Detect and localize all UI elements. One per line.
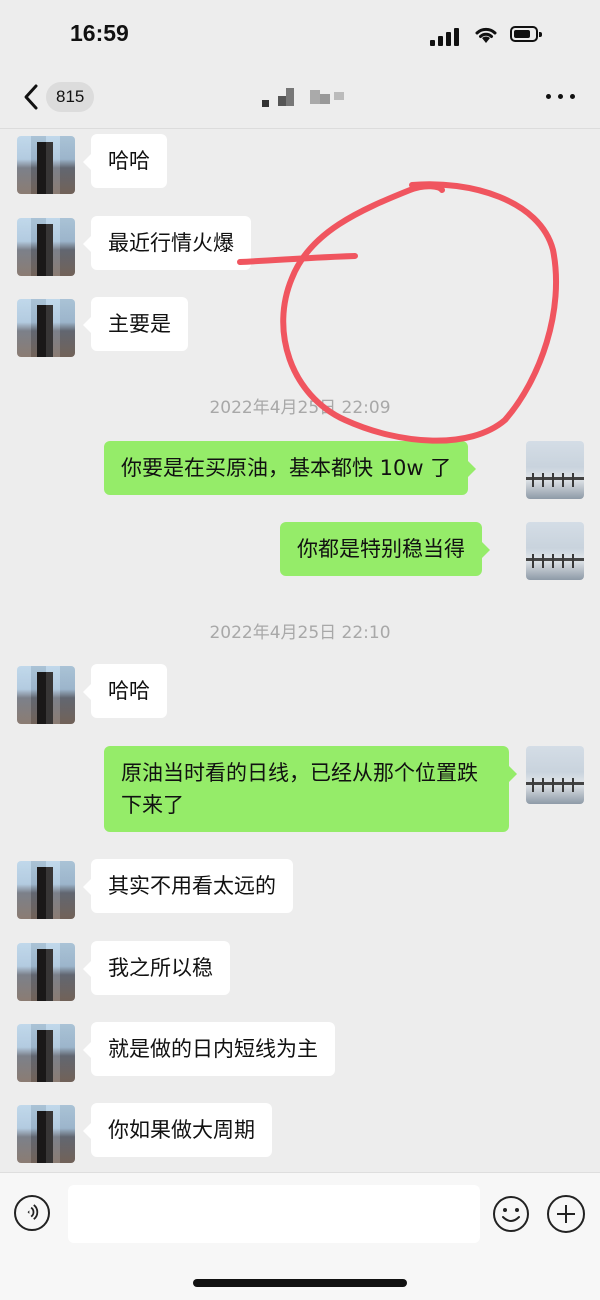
contact-avatar[interactable]	[17, 218, 75, 276]
home-indicator[interactable]	[193, 1279, 407, 1287]
status-time: 16:59	[70, 20, 129, 46]
contact-avatar[interactable]	[17, 1024, 75, 1082]
chat-header: 815	[0, 70, 600, 129]
cellular-signal-icon	[430, 26, 464, 46]
voice-icon[interactable]	[14, 1195, 50, 1231]
message-bubble-sent[interactable]: 原油当时看的日线，已经从那个位置跌下来了	[104, 746, 517, 832]
my-avatar[interactable]	[526, 522, 584, 580]
message-bubble-received[interactable]: 主要是	[83, 297, 188, 351]
status-bar: 16:59	[0, 0, 600, 70]
unread-count-badge[interactable]: 815	[46, 82, 95, 112]
contact-avatar[interactable]	[17, 861, 75, 919]
message-bubble-received[interactable]: 哈哈	[83, 134, 167, 188]
plus-icon[interactable]	[547, 1195, 585, 1233]
contact-avatar[interactable]	[17, 1105, 75, 1163]
red-circle-annotation	[237, 181, 559, 444]
emoji-icon[interactable]	[492, 1195, 530, 1233]
contact-avatar[interactable]	[17, 136, 75, 194]
more-icon[interactable]	[546, 94, 576, 102]
contact-avatar[interactable]	[17, 666, 75, 724]
message-bubble-received[interactable]: 哈哈	[83, 664, 167, 718]
message-bubble-received[interactable]: 其实不用看太远的	[83, 859, 293, 913]
contact-avatar[interactable]	[17, 299, 75, 357]
message-timestamp: 2022年4月25日 22:09	[209, 398, 391, 418]
input-bar	[0, 1172, 600, 1300]
battery-icon	[510, 26, 542, 42]
contact-avatar[interactable]	[17, 943, 75, 1001]
contact-name-pixelated	[258, 88, 348, 112]
message-bubble-received[interactable]: 你如果做大周期	[83, 1103, 272, 1157]
message-bubble-received[interactable]: 最近行情火爆	[83, 216, 251, 270]
message-bubble-received[interactable]: 就是做的日内短线为主	[83, 1022, 335, 1076]
my-avatar[interactable]	[526, 746, 584, 804]
message-input[interactable]	[68, 1185, 480, 1243]
back-icon[interactable]	[20, 82, 44, 112]
message-bubble-received[interactable]: 我之所以稳	[83, 941, 230, 995]
message-bubble-sent[interactable]: 你要是在买原油，基本都快 10w 了	[104, 441, 477, 495]
wifi-icon	[475, 27, 497, 43]
message-bubble-sent[interactable]: 你都是特别稳当得	[280, 522, 490, 576]
message-timestamp: 2022年4月25日 22:10	[209, 623, 391, 643]
my-avatar[interactable]	[526, 441, 584, 499]
